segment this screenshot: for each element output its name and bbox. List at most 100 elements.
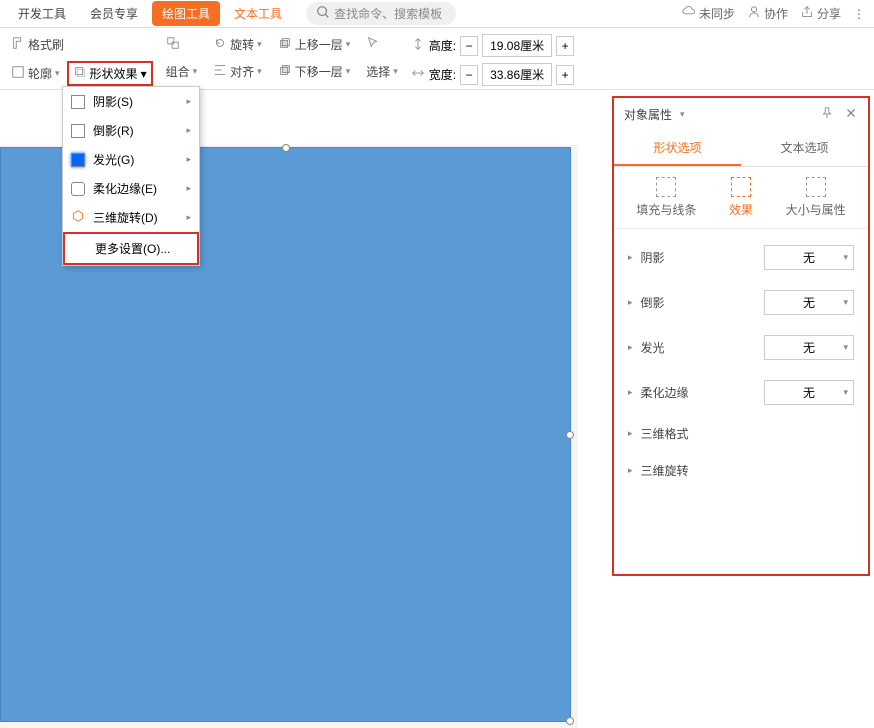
width-increase[interactable]: + — [556, 65, 574, 85]
group-label: 组合 — [166, 63, 190, 80]
panel-tab-shape[interactable]: 形状选项 — [614, 131, 741, 166]
expand-arrow-icon: ▸ — [628, 252, 633, 263]
menu-soft-edge[interactable]: 柔化边缘(E) ▸ — [63, 174, 199, 203]
shape-effect-label: 形状效果 — [90, 65, 138, 82]
align-button[interactable]: 对齐▾ — [210, 61, 265, 82]
soft-edge-select[interactable]: 无▾ — [764, 380, 854, 405]
panel-title: 对象属性 — [624, 106, 672, 123]
brush-icon — [11, 36, 25, 53]
chevron-down-icon: ▾ — [843, 297, 848, 308]
shape-effect-button[interactable]: 形状效果▾ — [67, 61, 153, 86]
prop-shadow[interactable]: ▸阴影无▾ — [614, 235, 868, 280]
menu-shadow-label: 阴影(S) — [93, 93, 133, 110]
prop-soft-edge[interactable]: ▸ 柔化边缘 无▾ — [614, 370, 868, 415]
sync-status[interactable]: 未同步 — [682, 5, 735, 22]
move-up-button[interactable]: 上移一层▾ — [275, 34, 354, 55]
prop-3d-format[interactable]: ▸三维格式 — [614, 415, 868, 452]
close-icon[interactable] — [844, 106, 858, 123]
menu-more-settings[interactable]: 更多设置(O)... — [63, 232, 199, 265]
search-placeholder: 查找命令、搜索模板 — [334, 5, 442, 22]
menu-3d-rotate[interactable]: 三维旋转(D)▸ — [63, 203, 199, 232]
group-button[interactable]: 组合▾ — [163, 61, 201, 82]
resize-handle-top[interactable] — [282, 144, 290, 152]
chevron-down-icon[interactable]: ▾ — [680, 109, 685, 120]
effect-icon — [73, 65, 87, 82]
shadow-icon — [71, 95, 85, 109]
select-label: 选择 — [366, 63, 390, 80]
resize-handle-br[interactable] — [566, 717, 574, 725]
cloud-icon — [682, 5, 696, 22]
more-menu[interactable]: ⋮ — [853, 7, 866, 21]
tab-drawing-tools[interactable]: 绘图工具 — [152, 1, 220, 26]
size-icon — [806, 177, 826, 197]
prop-soft-edge-label: 柔化边缘 — [641, 384, 689, 401]
width-value: 33.86厘米 — [490, 66, 544, 83]
shadow-value: 无 — [803, 249, 815, 266]
share-label: 分享 — [817, 5, 841, 22]
tab-dev-tools[interactable]: 开发工具 — [8, 1, 76, 26]
width-decrease[interactable]: − — [460, 65, 478, 85]
rotate-icon — [213, 36, 227, 53]
subtab-effect[interactable]: 效果 — [729, 177, 753, 218]
glow-select[interactable]: 无▾ — [764, 335, 854, 360]
menu-soft-edge-label: 柔化边缘(E) — [93, 180, 157, 197]
expand-arrow-icon: ▸ — [628, 387, 633, 398]
select-button[interactable]: 选择▾ — [363, 61, 401, 82]
search-icon — [316, 5, 330, 22]
prop-3d-rotate-label: 三维旋转 — [641, 462, 689, 479]
width-input[interactable]: 33.86厘米 — [482, 63, 552, 86]
width-label: 宽度: — [429, 66, 456, 83]
collab-button[interactable]: 协作 — [747, 5, 788, 22]
layer-down-icon — [278, 63, 292, 80]
glow-icon — [71, 153, 85, 167]
panel-tab-text[interactable]: 文本选项 — [741, 131, 868, 166]
select-icon — [366, 36, 380, 53]
tab-vip[interactable]: 会员专享 — [80, 1, 148, 26]
reflection-select[interactable]: 无▾ — [764, 290, 854, 315]
height-increase[interactable]: + — [556, 36, 574, 56]
sync-label: 未同步 — [699, 5, 735, 22]
chevron-down-icon: ▾ — [843, 342, 848, 353]
prop-3d-rotate[interactable]: ▸三维旋转 — [614, 452, 868, 489]
share-button[interactable]: 分享 — [800, 5, 841, 22]
soft-edge-icon — [71, 182, 85, 196]
submenu-arrow-icon: ▸ — [186, 183, 191, 194]
subtab-fill-label: 填充与线条 — [636, 201, 696, 218]
pin-icon[interactable] — [820, 106, 834, 123]
menu-reflection-label: 倒影(R) — [93, 122, 134, 139]
subtab-fill[interactable]: 填充与线条 — [636, 177, 696, 218]
rotate-button[interactable]: 旋转▾ — [210, 34, 265, 55]
subtab-effect-label: 效果 — [729, 201, 753, 218]
resize-handle-right[interactable] — [566, 431, 574, 439]
select-icon-button[interactable] — [363, 34, 383, 55]
move-down-button[interactable]: 下移一层▾ — [275, 61, 354, 82]
format-painter-button[interactable]: 格式刷 — [8, 34, 67, 55]
outline-icon — [11, 65, 25, 82]
subtab-size[interactable]: 大小与属性 — [786, 177, 846, 218]
prop-glow[interactable]: ▸发光无▾ — [614, 325, 868, 370]
shape-effect-dropdown: 阴影(S)▸ 倒影(R)▸ 发光(G)▸ 柔化边缘(E)▸ 三维旋转(D)▸ 更… — [62, 86, 200, 266]
group-icon-button[interactable] — [163, 34, 183, 55]
expand-arrow-icon: ▸ — [628, 297, 633, 308]
menu-glow[interactable]: 发光(G)▸ — [63, 145, 199, 174]
collab-label: 协作 — [764, 5, 788, 22]
move-down-label: 下移一层 — [295, 63, 343, 80]
outline-label: 轮廓 — [28, 65, 52, 82]
layer-up-icon — [278, 36, 292, 53]
outline-button[interactable]: 轮廓▾ — [8, 61, 63, 86]
tab-text-tools[interactable]: 文本工具 — [224, 1, 292, 26]
menu-shadow[interactable]: 阴影(S)▸ — [63, 87, 199, 116]
soft-edge-value: 无 — [803, 384, 815, 401]
width-icon — [411, 66, 425, 83]
subtab-size-label: 大小与属性 — [786, 201, 846, 218]
submenu-arrow-icon: ▸ — [186, 154, 191, 165]
prop-reflection[interactable]: ▸倒影无▾ — [614, 280, 868, 325]
height-decrease[interactable]: − — [460, 36, 478, 56]
effect-sub-icon — [731, 177, 751, 197]
height-input[interactable]: 19.08厘米 — [482, 34, 552, 57]
search-box[interactable]: 查找命令、搜索模板 — [306, 2, 456, 25]
shadow-select[interactable]: 无▾ — [764, 245, 854, 270]
share-icon — [800, 5, 814, 22]
align-icon — [213, 63, 227, 80]
menu-reflection[interactable]: 倒影(R)▸ — [63, 116, 199, 145]
